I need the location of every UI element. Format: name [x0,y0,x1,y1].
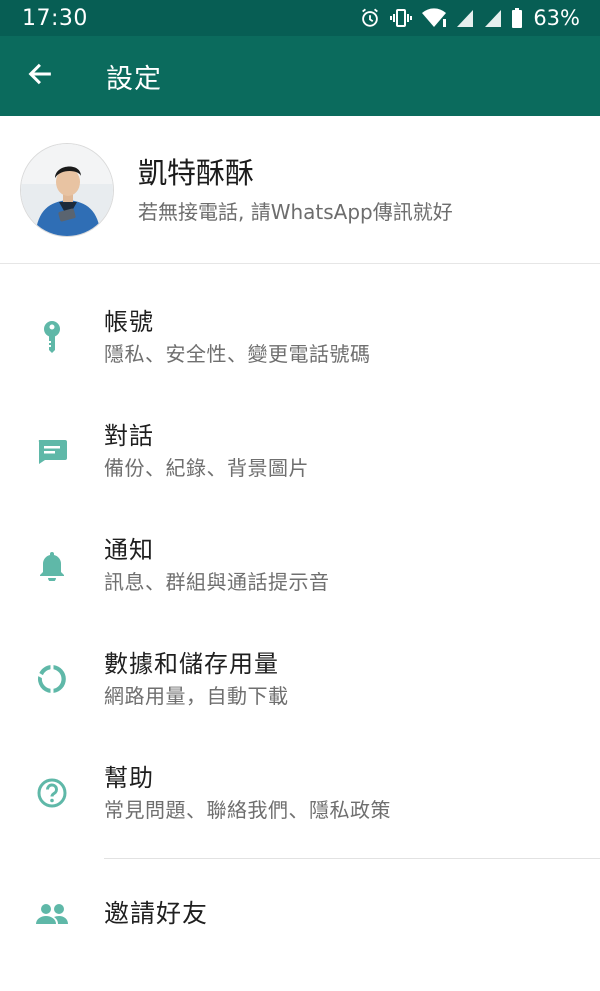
bell-icon [0,549,104,581]
menu-title: 對話 [104,422,154,450]
menu-subtitle: 網路用量，自動下載 [104,684,289,708]
invite-friends-button[interactable]: 邀請好友 [0,859,600,969]
menu-subtitle: 隱私、安全性、變更電話號碼 [104,342,371,366]
back-button[interactable] [0,36,80,116]
status-time: 17:30 [22,5,88,31]
menu-title: 通知 [104,536,154,564]
signal-icon [455,7,475,29]
vibrate-icon [389,7,413,29]
menu-title: 帳號 [104,308,154,336]
page-title: 設定 [106,63,162,95]
battery-percentage: 63% [533,6,580,30]
chat-icon [0,437,104,465]
profile-status: 若無接電話, 請WhatsApp傳訊就好 [138,199,453,224]
people-icon [0,903,104,925]
profile-name: 凱特酥酥 [138,155,255,190]
data-usage-icon [0,663,104,695]
signal-icon-2 [483,7,503,29]
menu-subtitle: 常見問題、聯絡我們、隱私政策 [104,798,391,822]
menu-item-chats[interactable]: 對話 備份、紀錄、背景圖片 [0,394,600,508]
menu-subtitle: 訊息、群組與通話提示音 [104,570,330,594]
wifi-icon [421,7,447,29]
key-icon [0,320,104,354]
menu-item-notifications[interactable]: 通知 訊息、群組與通話提示音 [0,508,600,622]
menu-subtitle: 備份、紀錄、背景圖片 [104,456,309,480]
app-bar: 設定 [0,36,600,116]
menu-title: 數據和儲存用量 [104,650,279,678]
invite-friends-label: 邀請好友 [104,899,209,928]
arrow-left-icon [26,60,54,92]
settings-menu: 帳號 隱私、安全性、變更電話號碼 對話 備份、紀錄、背景圖片 通知 訊息、群組與… [0,264,600,850]
profile-row[interactable]: 凱特酥酥 若無接電話, 請WhatsApp傳訊就好 [0,116,600,264]
menu-item-account[interactable]: 帳號 隱私、安全性、變更電話號碼 [0,264,600,394]
menu-item-data-storage[interactable]: 數據和儲存用量 網路用量，自動下載 [0,622,600,736]
battery-icon [511,7,523,29]
menu-item-help[interactable]: 幫助 常見問題、聯絡我們、隱私政策 [0,736,600,850]
help-icon [0,777,104,809]
status-bar: 17:30 63% [0,0,600,36]
status-icons: 63% [359,6,580,30]
avatar[interactable] [20,142,114,237]
menu-title: 幫助 [104,764,154,792]
alarm-icon [359,7,381,29]
